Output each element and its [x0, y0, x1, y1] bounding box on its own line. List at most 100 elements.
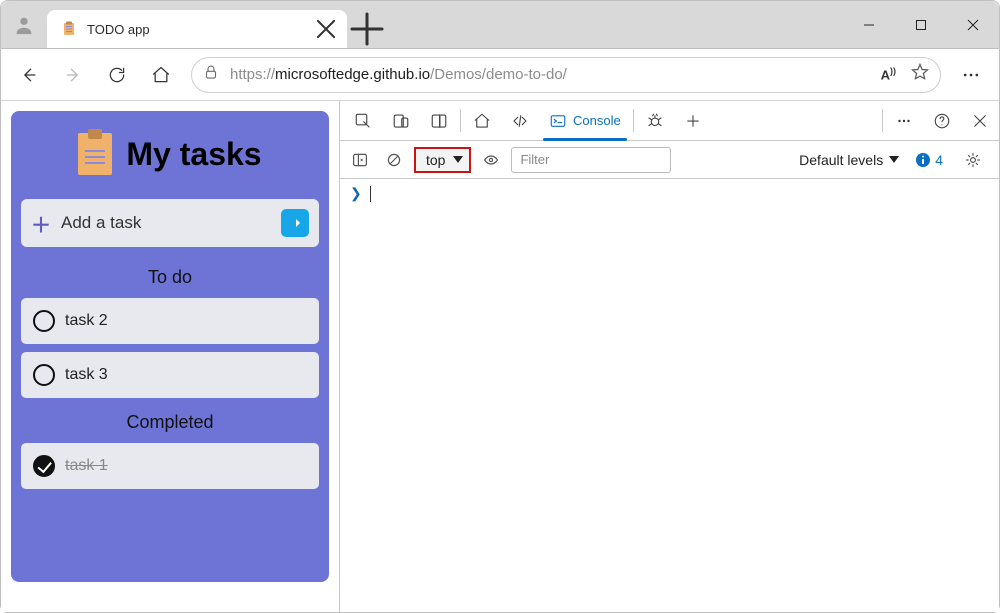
task-name: task 2	[65, 312, 108, 330]
console-icon	[549, 112, 567, 130]
console-filter-input[interactable]: Filter	[511, 147, 671, 173]
task-name: task 1	[65, 457, 108, 475]
tab-close-button[interactable]	[313, 16, 339, 42]
task-name: task 3	[65, 366, 108, 384]
task-row[interactable]: task 1	[21, 443, 319, 489]
content-area: My tasks ＋ Add a task To do task 2 task …	[1, 101, 999, 612]
window-close-button[interactable]	[947, 1, 999, 48]
home-icon	[151, 65, 171, 85]
console-prompt[interactable]: ❯	[350, 185, 989, 202]
url-scheme: https://	[230, 66, 275, 83]
person-icon	[13, 14, 35, 36]
task-row[interactable]: task 2	[21, 298, 319, 344]
favorite-button[interactable]	[910, 62, 930, 87]
task-checkbox[interactable]	[33, 310, 55, 332]
site-info-button[interactable]	[202, 63, 220, 86]
task-row[interactable]: task 3	[21, 352, 319, 398]
chevron-down-icon	[453, 156, 463, 163]
issues-count: 4	[935, 152, 943, 168]
console-body[interactable]: ❯	[340, 179, 999, 612]
log-levels-selector[interactable]: Default levels	[799, 152, 899, 168]
refresh-icon	[107, 65, 127, 85]
address-bar[interactable]: https://microsoftedge.github.io/Demos/de…	[191, 57, 941, 93]
star-icon	[910, 62, 930, 82]
tab-console[interactable]: Console	[539, 101, 631, 140]
todo-app-page: My tasks ＋ Add a task To do task 2 task …	[1, 101, 339, 612]
text-cursor	[370, 186, 371, 202]
code-icon	[511, 112, 529, 130]
tab-add[interactable]	[674, 101, 712, 140]
clear-console-button[interactable]	[380, 146, 408, 174]
new-tab-button[interactable]	[347, 10, 387, 48]
tab-welcome[interactable]	[463, 101, 501, 140]
console-sidebar-toggle[interactable]	[346, 146, 374, 174]
console-settings-button[interactable]	[959, 146, 987, 174]
browser-menu-button[interactable]	[951, 55, 991, 95]
app-title: My tasks	[126, 136, 261, 173]
sidebar-icon	[352, 152, 368, 168]
url-text: https://microsoftedge.github.io/Demos/de…	[230, 66, 567, 83]
live-expression-button[interactable]	[477, 146, 505, 174]
device-toolbar-button[interactable]	[382, 101, 420, 140]
arrow-left-icon	[19, 65, 39, 85]
minimize-button[interactable]	[843, 1, 895, 48]
section-header-completed: Completed	[21, 412, 319, 433]
bug-icon	[646, 112, 664, 130]
eye-icon	[483, 152, 499, 168]
url-host: microsoftedge.github.io	[275, 66, 430, 83]
help-icon	[933, 112, 951, 130]
plus-icon	[684, 112, 702, 130]
devtools-help-button[interactable]	[923, 101, 961, 140]
context-label: top	[426, 152, 445, 168]
url-path: /Demos/demo-to-do/	[430, 66, 567, 83]
forward-button[interactable]	[53, 55, 93, 95]
tab-issues[interactable]	[636, 101, 674, 140]
close-icon	[313, 16, 339, 42]
panel-icon	[430, 112, 448, 130]
browser-toolbar: https://microsoftedge.github.io/Demos/de…	[1, 49, 999, 101]
refresh-button[interactable]	[97, 55, 137, 95]
read-aloud-button[interactable]: A))	[881, 66, 896, 82]
chevron-right-icon: ❯	[350, 185, 362, 202]
profile-button[interactable]	[1, 1, 47, 48]
context-selector[interactable]: top	[414, 147, 471, 173]
window-controls	[843, 1, 999, 48]
inspect-icon	[354, 112, 372, 130]
devtools-more-button[interactable]	[885, 101, 923, 140]
back-button[interactable]	[9, 55, 49, 95]
chevron-down-icon	[889, 156, 899, 163]
task-checkbox[interactable]	[33, 364, 55, 386]
app-header: My tasks	[21, 133, 319, 175]
task-checkbox[interactable]	[33, 455, 55, 477]
arrow-right-icon	[287, 215, 303, 231]
add-task-input[interactable]: ＋ Add a task	[21, 199, 319, 247]
inspect-element-button[interactable]	[344, 101, 382, 140]
devices-icon	[392, 112, 410, 130]
gear-icon	[965, 152, 981, 168]
issues-counter[interactable]: 4	[915, 152, 943, 168]
app-card: My tasks ＋ Add a task To do task 2 task …	[11, 111, 329, 582]
clipboard-icon	[61, 21, 77, 37]
tab-elements[interactable]	[501, 101, 539, 140]
dock-side-button[interactable]	[420, 101, 458, 140]
add-task-placeholder: Add a task	[61, 213, 271, 233]
levels-label: Default levels	[799, 152, 883, 168]
home-button[interactable]	[141, 55, 181, 95]
browser-tab[interactable]: TODO app	[47, 10, 347, 48]
maximize-button[interactable]	[895, 1, 947, 48]
window-titlebar: TODO app	[1, 1, 999, 49]
filter-placeholder: Filter	[520, 152, 549, 167]
add-task-submit-button[interactable]	[281, 209, 309, 237]
more-horizontal-icon	[961, 65, 981, 85]
maximize-icon	[915, 19, 927, 31]
clipboard-icon	[78, 133, 112, 175]
tab-console-label: Console	[573, 113, 621, 128]
devtools-tabstrip: Console	[340, 101, 999, 141]
plus-icon	[347, 9, 387, 49]
arrow-right-icon	[63, 65, 83, 85]
devtools-panel: Console top Filter Default levels	[339, 101, 999, 612]
more-horizontal-icon	[895, 112, 913, 130]
close-icon	[966, 18, 980, 32]
devtools-close-button[interactable]	[961, 101, 999, 140]
info-icon	[915, 152, 931, 168]
